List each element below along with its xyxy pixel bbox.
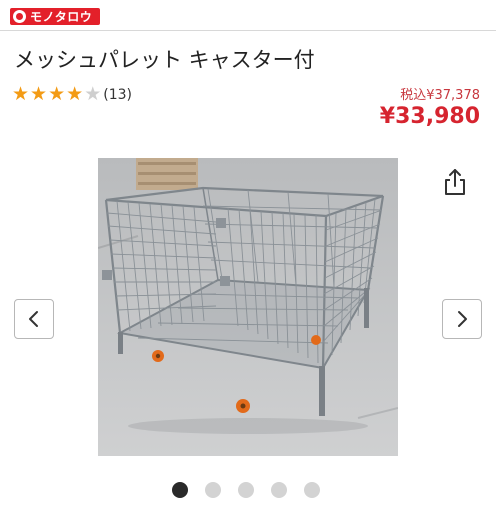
top-bar: モノタロウ xyxy=(0,0,496,31)
product-price: ¥33,980 xyxy=(379,104,480,129)
next-image-button[interactable] xyxy=(442,299,482,339)
pagination-dot[interactable] xyxy=(172,482,188,498)
product-rating[interactable]: ★ ★ ★ ★ ★ (13) xyxy=(12,85,132,104)
star-icon: ★ xyxy=(66,83,84,105)
review-count[interactable]: (13) xyxy=(103,87,132,103)
price-tax-included: 税込¥37,378 xyxy=(400,88,480,103)
star-icon: ★ xyxy=(30,83,48,105)
share-icon xyxy=(445,169,465,195)
logo-mark-icon xyxy=(13,10,26,23)
pagination-dot[interactable] xyxy=(205,482,221,498)
pagination-dot[interactable] xyxy=(238,482,254,498)
logo-text: モノタロウ xyxy=(30,10,93,24)
pagination-dot[interactable] xyxy=(304,482,320,498)
product-image[interactable] xyxy=(98,158,398,456)
image-pagination xyxy=(172,482,337,498)
chevron-left-icon xyxy=(29,311,38,327)
star-icon: ★ xyxy=(48,83,66,105)
pagination-dot[interactable] xyxy=(271,482,287,498)
prev-image-button[interactable] xyxy=(14,299,54,339)
mesh-pallet-photo xyxy=(98,158,398,456)
star-empty-icon: ★ xyxy=(84,83,102,105)
share-button[interactable] xyxy=(442,167,468,197)
product-title: メッシュパレット キャスター付 xyxy=(14,48,315,72)
chevron-right-icon xyxy=(458,311,467,327)
star-icon: ★ xyxy=(12,83,30,105)
monotaro-logo[interactable]: モノタロウ xyxy=(10,8,100,25)
